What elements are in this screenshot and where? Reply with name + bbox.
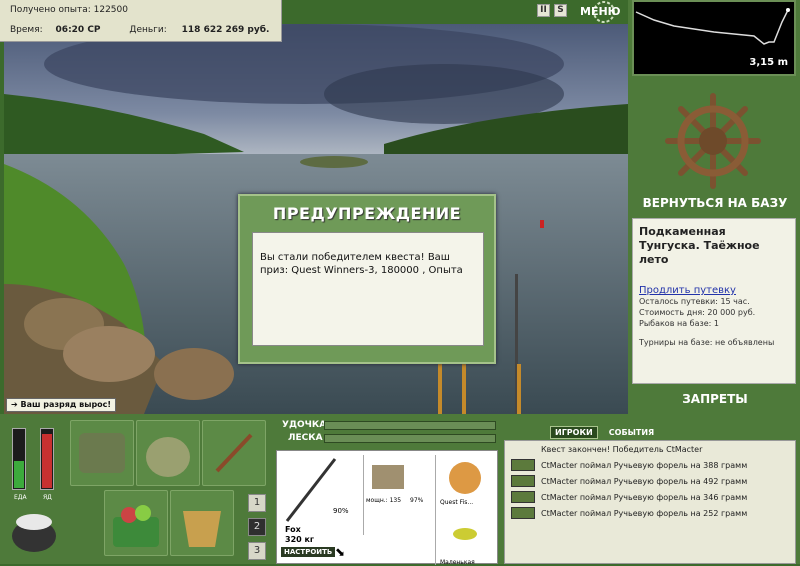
knife-icon	[215, 433, 253, 473]
list-item: Квест закончен! Победитель CtMacter	[541, 445, 703, 454]
food-basket-icon	[113, 505, 159, 547]
fish-icon	[511, 459, 535, 471]
lure-icon	[453, 528, 477, 540]
arrow-down-right-icon[interactable]: ⬊	[335, 545, 345, 559]
slot-button-1[interactable]: 1	[248, 494, 266, 512]
list-item: CtMacter поймал Ручьевую форель на 492 г…	[541, 477, 748, 486]
line-tension-bar	[324, 434, 496, 443]
ship-wheel-icon[interactable]	[664, 92, 762, 190]
fishers-count: Рыбаков на базе: 1	[639, 319, 719, 328]
rank-up-notice: ➔ Ваш разряд вырос!	[6, 398, 117, 412]
money-label: Деньги:	[129, 25, 167, 35]
depth-graph: 3,15 m	[632, 0, 796, 76]
inventory-slot-tools[interactable]	[202, 420, 266, 486]
tournaments-info: Турниры на базе: не объявлены	[639, 338, 775, 347]
tab-players[interactable]: ИГРОКИ	[550, 426, 598, 439]
arrow-right-icon: ➔	[11, 400, 21, 409]
bans-button[interactable]: ЗАПРЕТЫ	[630, 392, 800, 406]
cauldron-icon[interactable]	[8, 506, 60, 554]
food-meter-fill	[14, 461, 24, 488]
line-spool-icon	[449, 462, 481, 494]
time-value: 06:20 СР	[55, 25, 101, 35]
slot-button-2[interactable]: 2	[248, 518, 266, 536]
inventory-slot-bucket[interactable]	[170, 490, 234, 556]
list-item: CtMacter поймал Ручьевую форель на 388 г…	[541, 461, 748, 470]
reel-slot[interactable]: мощн.: 135 97%	[363, 455, 429, 535]
player-stats-bar: Получено опыта: 122500 Время: 06:20 СР Д…	[0, 0, 282, 42]
line-lure-slot[interactable]: Quest Fis... Маленькая	[435, 455, 495, 566]
tab-events[interactable]: СОБЫТИЯ	[605, 427, 658, 438]
rod-name: Fox	[285, 525, 301, 534]
events-tabs: ИГРОКИ СОБЫТИЯ	[550, 420, 660, 439]
top-strip	[282, 0, 628, 24]
fish-icon	[511, 475, 535, 487]
poison-meter	[40, 428, 54, 490]
list-item: CtMacter поймал Ручьевую форель на 252 г…	[541, 509, 748, 518]
sound-button[interactable]: S	[554, 4, 567, 17]
inventory-slot-bag[interactable]	[70, 420, 134, 486]
inventory-slot-sack[interactable]	[136, 420, 200, 486]
poison-meter-fill	[42, 434, 52, 488]
xp-label: Получено опыта:	[10, 5, 91, 15]
dialog-message: Вы стали победителем квеста! Ваш приз: Q…	[252, 232, 484, 346]
poison-label: ЯД	[43, 494, 52, 501]
fish-icon	[511, 507, 535, 519]
list-item: CtMacter поймал Ручьевую форель на 346 г…	[541, 493, 748, 502]
reel-power: мощн.: 135	[366, 497, 402, 504]
location-info: Подкаменная Тунгуска. Таёжное лето Продл…	[632, 218, 796, 384]
rod-weight: 320 кг	[285, 535, 315, 544]
rod-label: УДОЧКА	[282, 420, 327, 430]
menu-label: МЕНЮ	[580, 5, 621, 18]
fishing-rod-icon[interactable]	[281, 455, 341, 525]
time-label: Время:	[10, 25, 43, 35]
menu-button[interactable]: МЕНЮ	[580, 2, 621, 22]
money-value: 118 622 269 руб.	[181, 25, 270, 35]
food-meter	[12, 428, 26, 490]
setup-button[interactable]: НАСТРОИТЬ	[281, 547, 336, 557]
events-list: Квест закончен! Победитель CtMacter CtMa…	[504, 440, 796, 564]
lure-name: Маленькая	[440, 559, 475, 566]
permit-remaining: Осталось путевки: 15 час.	[639, 297, 750, 306]
day-cost: Стоимость дня: 20 000 руб.	[639, 308, 756, 317]
xp-value: 122500	[93, 5, 128, 15]
reel-percent: 97%	[410, 497, 424, 504]
depth-value: 3,15 m	[749, 57, 788, 68]
rod-percent: 90%	[333, 507, 349, 515]
location-title: Подкаменная Тунгуска. Таёжное лето	[639, 225, 760, 266]
reel-icon	[372, 465, 404, 489]
pause-button[interactable]: II	[537, 4, 550, 17]
tackle-panel: Fox 320 кг 90% мощн.: 135 97% Quest Fis.…	[276, 450, 498, 566]
inventory-slot-basket[interactable]	[104, 490, 168, 556]
fish-icon	[511, 491, 535, 503]
slot-button-3[interactable]: 3	[248, 542, 266, 560]
rod-tension-bar	[324, 421, 496, 430]
tackle-bag-icon	[79, 433, 125, 473]
return-to-base-button[interactable]: ВЕРНУТЬСЯ НА БАЗУ	[630, 196, 800, 210]
line-label: ЛЕСКА	[288, 433, 323, 443]
food-label: ЕДА	[14, 494, 27, 501]
extend-permit-link[interactable]: Продлить путевку	[639, 285, 789, 296]
line-name: Quest Fis...	[440, 499, 474, 506]
bucket-icon	[183, 511, 221, 547]
dialog-title: ПРЕДУПРЕЖДЕНИЕ	[272, 204, 462, 223]
sack-icon	[146, 437, 190, 477]
warning-dialog: ПРЕДУПРЕЖДЕНИЕ Вы стали победителем квес…	[238, 194, 496, 364]
toast-text: Ваш разряд вырос!	[20, 400, 112, 409]
